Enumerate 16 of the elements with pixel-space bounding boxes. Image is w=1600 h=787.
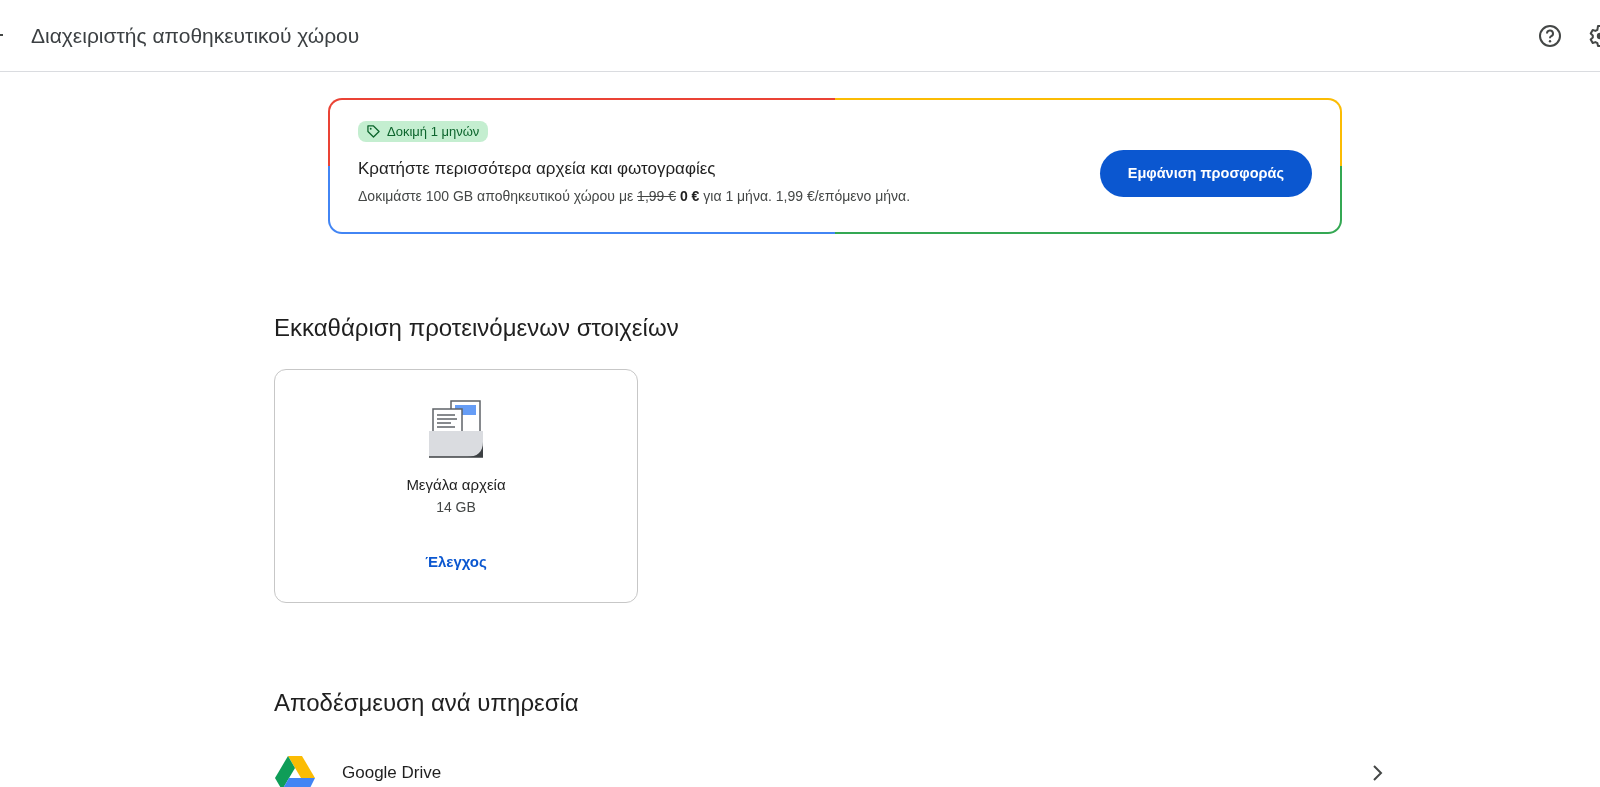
triangle-logo-icon: [274, 755, 316, 787]
offer-description: Δοκιμάστε 100 GB αποθηκευτικού χώρου με 1,99 € 0 € για 1 μήνα. 1,99 €/επόμενο μήνα.: [358, 187, 911, 204]
chevron-right-icon[interactable]: [1372, 764, 1384, 782]
card-title: Μεγάλα αρχεία: [406, 476, 506, 493]
folder-documents-icon: [428, 400, 484, 458]
section-heading: Αποδέσμευση ανά υπηρεσία: [274, 689, 580, 717]
service-name[interactable]: Google Drive: [342, 763, 442, 783]
card-size: 14 GB: [436, 499, 476, 515]
offer-title: Κρατήστε περισσότερα αρχεία και φωτογραφίες: [358, 158, 716, 179]
tag-icon: [367, 124, 380, 138]
section-heading: Εκκαθάριση προτεινόμενων στοιχείων: [274, 314, 680, 342]
show-offer-button[interactable]: Εμφάνιση προσφοράς: [1099, 149, 1312, 197]
badge-label: Δοκιμή 1 μηνών: [387, 123, 480, 139]
page-title: Διαχειριστής αποθηκευτικού χώρου: [31, 23, 360, 48]
review-link[interactable]: Έλεγχος: [425, 553, 487, 570]
help-icon[interactable]: [1538, 23, 1562, 48]
